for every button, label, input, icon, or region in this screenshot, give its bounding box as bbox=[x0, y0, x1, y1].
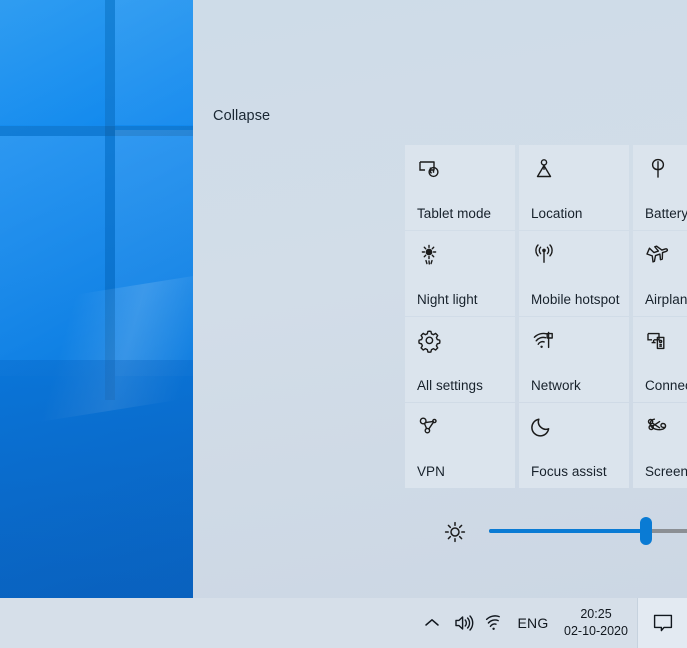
quick-action-label: Battery saver bbox=[645, 206, 687, 221]
screen-snip-icon bbox=[645, 414, 671, 440]
quick-action-label: Mobile hotspot bbox=[531, 292, 620, 307]
chevron-up-icon bbox=[421, 612, 443, 634]
system-tray: ENG 20:25 02-10-2020 bbox=[417, 598, 687, 648]
volume-button[interactable] bbox=[447, 598, 479, 648]
wallpaper-shadow bbox=[0, 360, 195, 598]
quick-action-label: All settings bbox=[417, 378, 483, 393]
brightness-sun-icon bbox=[441, 518, 469, 546]
wallpaper-logo-divider-horizontal bbox=[0, 126, 195, 136]
quick-action-label: Focus assist bbox=[531, 464, 607, 479]
quick-action-label: Location bbox=[531, 206, 582, 221]
quick-action-tile-tablet-mode[interactable]: Tablet mode bbox=[405, 145, 515, 230]
collapse-button[interactable]: Collapse bbox=[213, 108, 270, 124]
vpn-icon bbox=[417, 414, 443, 440]
clock-date: 02-10-2020 bbox=[564, 624, 628, 640]
quick-action-tile-connect[interactable]: Connect bbox=[633, 317, 687, 402]
wifi-icon bbox=[484, 612, 506, 634]
collapse-row: Collapse bbox=[213, 107, 270, 125]
quick-action-tile-mobile-hotspot[interactable]: Mobile hotspot bbox=[519, 231, 629, 316]
location-icon bbox=[531, 156, 557, 182]
quick-action-tile-location[interactable]: Location bbox=[519, 145, 629, 230]
language-indicator[interactable]: ENG bbox=[511, 598, 555, 648]
moon-icon bbox=[531, 414, 557, 440]
quick-action-tile-focus-assist[interactable]: Focus assist bbox=[519, 403, 629, 488]
night-light-sun-icon bbox=[417, 242, 443, 268]
quick-action-tile-vpn[interactable]: VPN bbox=[405, 403, 515, 488]
taskbar: ENG 20:25 02-10-2020 bbox=[0, 598, 687, 648]
quick-action-tile-screen-snip[interactable]: Screen snip bbox=[633, 403, 687, 488]
brightness-slider-track[interactable] bbox=[489, 529, 687, 533]
quick-action-label: Connect bbox=[645, 378, 687, 393]
tablet-mode-icon bbox=[417, 156, 443, 182]
speech-bubble-icon bbox=[651, 611, 675, 635]
quick-action-tile-airplane-mode[interactable]: Airplane mode bbox=[633, 231, 687, 316]
quick-action-tile-battery-saver[interactable]: Battery saver bbox=[633, 145, 687, 230]
connect-icon bbox=[645, 328, 671, 354]
brightness-slider-thumb[interactable] bbox=[640, 517, 652, 545]
quick-action-label: Night light bbox=[417, 292, 478, 307]
quick-action-label: VPN bbox=[417, 464, 445, 479]
quick-action-tile-network[interactable]: Network bbox=[519, 317, 629, 402]
wallpaper-logo-pane bbox=[115, 0, 195, 125]
clock[interactable]: 20:25 02-10-2020 bbox=[555, 598, 637, 648]
quick-action-tile-all-settings[interactable]: All settings bbox=[405, 317, 515, 402]
wallpaper-logo-pane bbox=[0, 0, 105, 125]
screen: Collapse Tablet mode bbox=[0, 0, 687, 648]
quick-action-label: Screen snip bbox=[645, 464, 687, 479]
desktop-wallpaper[interactable] bbox=[0, 0, 195, 598]
brightness-slider-row bbox=[441, 515, 687, 549]
quick-action-label: Network bbox=[531, 378, 581, 393]
gear-icon bbox=[417, 328, 443, 354]
action-center-button[interactable] bbox=[637, 598, 687, 648]
airplane-icon bbox=[645, 242, 671, 268]
quick-action-label: Tablet mode bbox=[417, 206, 491, 221]
quick-action-tile-night-light[interactable]: Night light bbox=[405, 231, 515, 316]
action-center-panel: Collapse Tablet mode bbox=[193, 0, 687, 598]
brightness-slider-fill bbox=[489, 529, 646, 533]
show-hidden-icons-button[interactable] bbox=[417, 598, 447, 648]
mobile-hotspot-icon bbox=[531, 242, 557, 268]
network-wifi-icon bbox=[531, 328, 557, 354]
clock-time: 20:25 bbox=[580, 607, 611, 623]
battery-saver-leaf-icon bbox=[645, 156, 671, 182]
quick-action-label: Airplane mode bbox=[645, 292, 687, 307]
network-button[interactable] bbox=[479, 598, 511, 648]
speaker-icon bbox=[452, 612, 474, 634]
